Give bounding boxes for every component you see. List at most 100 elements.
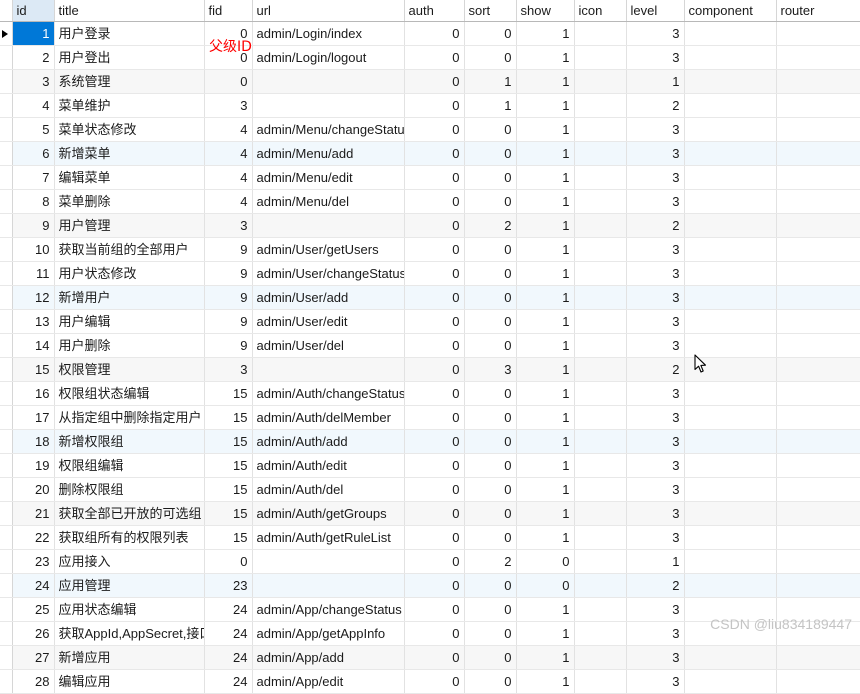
cell-show[interactable]: 1 — [516, 213, 575, 238]
cell-router[interactable] — [776, 141, 860, 166]
cell-id[interactable]: 19 — [12, 453, 55, 478]
cell-level[interactable]: 3 — [626, 117, 685, 142]
cell-router[interactable] — [776, 549, 860, 574]
cell-level[interactable]: 3 — [626, 189, 685, 214]
cell-sort[interactable]: 0 — [464, 645, 517, 670]
cell-title[interactable]: 从指定组中删除指定用户 — [54, 405, 205, 430]
cell-router[interactable] — [776, 165, 860, 190]
cell-level[interactable]: 3 — [626, 405, 685, 430]
cell-id[interactable]: 17 — [12, 405, 55, 430]
cell-component[interactable] — [684, 237, 777, 262]
cell-component[interactable] — [684, 69, 777, 94]
cell-sort[interactable]: 0 — [464, 333, 517, 358]
cell-fid[interactable]: 15 — [204, 429, 253, 454]
cell-component[interactable] — [684, 261, 777, 286]
cell-icon[interactable] — [574, 309, 627, 334]
cell-icon[interactable] — [574, 645, 627, 670]
cell-sort[interactable]: 0 — [464, 501, 517, 526]
cell-id[interactable]: 3 — [12, 69, 55, 94]
cell-level[interactable]: 3 — [626, 621, 685, 646]
cell-show[interactable]: 1 — [516, 405, 575, 430]
row-gutter-cell[interactable] — [0, 333, 13, 358]
cell-component[interactable] — [684, 621, 777, 646]
cell-url[interactable]: admin/Auth/getGroups — [252, 501, 405, 526]
cell-component[interactable] — [684, 213, 777, 238]
cell-icon[interactable] — [574, 621, 627, 646]
cell-show[interactable]: 1 — [516, 309, 575, 334]
column-header-level[interactable]: level — [626, 0, 685, 22]
cell-icon[interactable] — [574, 381, 627, 406]
cell-url[interactable]: admin/User/getUsers — [252, 237, 405, 262]
cell-url[interactable]: admin/App/edit — [252, 669, 405, 694]
cell-router[interactable] — [776, 69, 860, 94]
table-row[interactable]: 26 获取AppId,AppSecret,接口 24 admin/App/getApp… — [0, 621, 860, 646]
cell-title[interactable]: 应用接入 — [54, 549, 205, 574]
cell-url[interactable]: admin/Auth/getRuleList — [252, 525, 405, 550]
table-row[interactable]: 2 用户登出 0 admin/Login/logout 0 0 1 3 — [0, 45, 860, 70]
table-row[interactable]: 7 编辑菜单 4 admin/Menu/edit 0 0 1 3 — [0, 165, 860, 190]
table-row[interactable]: 21 获取全部已开放的可选组 15 admin/Auth/getGroups 0 0 1 3 — [0, 501, 860, 526]
row-gutter-cell[interactable] — [0, 453, 13, 478]
cell-level[interactable]: 3 — [626, 333, 685, 358]
cell-show[interactable]: 1 — [516, 525, 575, 550]
column-header-component[interactable]: component — [684, 0, 777, 22]
cell-url[interactable]: admin/App/getAppInfo — [252, 621, 405, 646]
cell-title[interactable]: 权限组状态编辑 — [54, 381, 205, 406]
cell-id[interactable]: 23 — [12, 549, 55, 574]
cell-url[interactable]: admin/App/changeStatus — [252, 597, 405, 622]
cell-auth[interactable]: 0 — [404, 621, 465, 646]
cell-icon[interactable] — [574, 429, 627, 454]
cell-show[interactable]: 1 — [516, 453, 575, 478]
cell-fid[interactable]: 24 — [204, 597, 253, 622]
cell-level[interactable]: 2 — [626, 573, 685, 598]
row-gutter-cell[interactable] — [0, 21, 13, 46]
table-row[interactable]: 11 用户状态修改 9 admin/User/changeStatus 0 0 1 3 — [0, 261, 860, 286]
column-header-sort[interactable]: sort — [464, 0, 517, 22]
cell-component[interactable] — [684, 477, 777, 502]
cell-url[interactable]: admin/Auth/edit — [252, 453, 405, 478]
cell-sort[interactable]: 0 — [464, 189, 517, 214]
cell-show[interactable]: 1 — [516, 645, 575, 670]
cell-url[interactable] — [252, 357, 405, 382]
cell-id[interactable]: 11 — [12, 261, 55, 286]
cell-auth[interactable]: 0 — [404, 141, 465, 166]
cell-level[interactable]: 3 — [626, 453, 685, 478]
cell-show[interactable]: 1 — [516, 45, 575, 70]
cell-router[interactable] — [776, 213, 860, 238]
cell-url[interactable]: admin/Menu/edit — [252, 165, 405, 190]
cell-fid[interactable]: 15 — [204, 453, 253, 478]
table-row[interactable]: 9 用户管理 3 0 2 1 2 — [0, 213, 860, 238]
cell-router[interactable] — [776, 357, 860, 382]
cell-router[interactable] — [776, 381, 860, 406]
cell-router[interactable] — [776, 333, 860, 358]
cell-auth[interactable]: 0 — [404, 261, 465, 286]
table-row[interactable]: 27 新增应用 24 admin/App/add 0 0 1 3 — [0, 645, 860, 670]
cell-title[interactable]: 应用管理 — [54, 573, 205, 598]
cell-router[interactable] — [776, 573, 860, 598]
cell-auth[interactable]: 0 — [404, 525, 465, 550]
cell-icon[interactable] — [574, 189, 627, 214]
cell-auth[interactable]: 0 — [404, 549, 465, 574]
cell-icon[interactable] — [574, 21, 627, 46]
table-row[interactable]: 24 应用管理 23 0 0 0 2 — [0, 573, 860, 598]
cell-url[interactable] — [252, 69, 405, 94]
cell-icon[interactable] — [574, 261, 627, 286]
cell-title[interactable]: 用户编辑 — [54, 309, 205, 334]
cell-id[interactable]: 22 — [12, 525, 55, 550]
cell-auth[interactable]: 0 — [404, 237, 465, 262]
cell-icon[interactable] — [574, 141, 627, 166]
row-gutter-cell[interactable] — [0, 309, 13, 334]
row-gutter-cell[interactable] — [0, 261, 13, 286]
cell-level[interactable]: 3 — [626, 261, 685, 286]
cell-fid[interactable]: 15 — [204, 405, 253, 430]
cell-auth[interactable]: 0 — [404, 669, 465, 694]
cell-show[interactable]: 1 — [516, 381, 575, 406]
cell-id[interactable]: 21 — [12, 501, 55, 526]
cell-router[interactable] — [776, 525, 860, 550]
row-gutter-cell[interactable] — [0, 405, 13, 430]
cell-icon[interactable] — [574, 573, 627, 598]
cell-component[interactable] — [684, 453, 777, 478]
cell-fid[interactable]: 0 — [204, 549, 253, 574]
cell-component[interactable] — [684, 189, 777, 214]
row-gutter-cell[interactable] — [0, 549, 13, 574]
